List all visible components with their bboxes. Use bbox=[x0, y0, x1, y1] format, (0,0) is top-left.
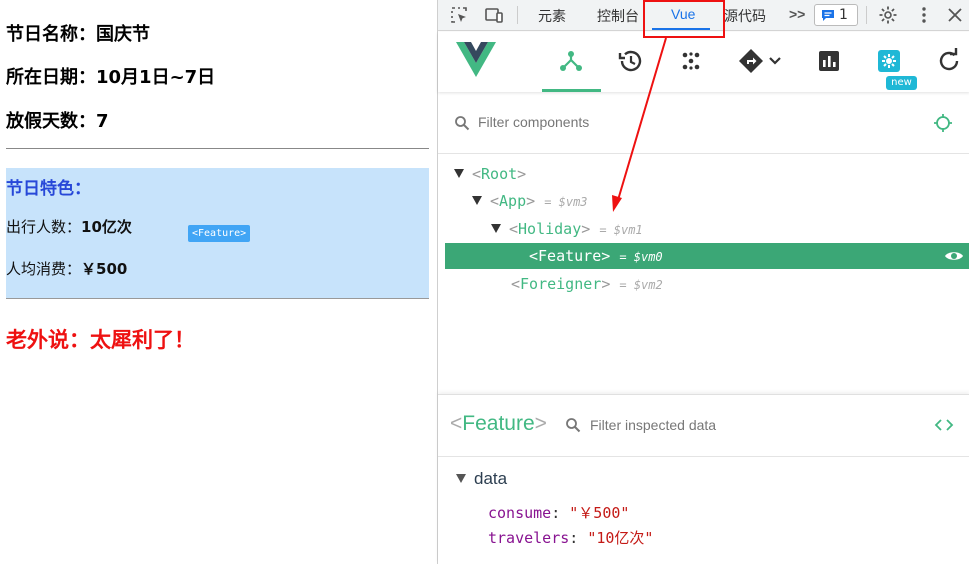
eye-icon[interactable] bbox=[944, 248, 964, 264]
devtools-panel: 元素 控制台 Vue 源代码 >> 1 new Filter component… bbox=[437, 0, 969, 564]
consume-value: ￥500 bbox=[81, 260, 128, 278]
settings-icon[interactable] bbox=[874, 46, 904, 76]
foreigner-saying: 老外说：太犀利了！ bbox=[6, 328, 195, 352]
close-devtools-icon[interactable] bbox=[945, 5, 965, 25]
vue-devtools-toolbar: new bbox=[438, 32, 969, 92]
festival-date-value: 10月1日~7日 bbox=[96, 67, 216, 88]
vue-logo-icon bbox=[456, 42, 496, 77]
routing-icon[interactable] bbox=[736, 46, 766, 76]
tree-node-feature-selected[interactable]: <Feature> = $vm0 bbox=[445, 243, 969, 269]
component-hover-tag: <Feature> bbox=[188, 225, 251, 242]
device-toolbar-icon[interactable] bbox=[484, 5, 504, 25]
search-icon bbox=[566, 418, 581, 433]
filter-components-input[interactable] bbox=[478, 114, 878, 130]
festival-date-line: 所在日期：10月1日~7日 bbox=[6, 63, 215, 89]
festival-name-label: 节日名称： bbox=[6, 24, 96, 45]
collapse-triangle-icon[interactable] bbox=[491, 224, 501, 233]
issues-count: 1 bbox=[839, 7, 848, 23]
select-component-target-icon[interactable] bbox=[933, 113, 953, 133]
tree-node-holiday[interactable]: <Holiday> = $vm1 bbox=[491, 216, 643, 242]
data-prop-consume[interactable]: consume: "￥500" bbox=[488, 502, 629, 523]
more-tabs-button[interactable]: >> bbox=[789, 6, 805, 22]
tab-console[interactable]: 控制台 bbox=[597, 6, 639, 26]
divider bbox=[6, 148, 429, 149]
filter-inspected-data-input[interactable] bbox=[590, 417, 910, 433]
tabbar-separator bbox=[517, 6, 518, 24]
data-section-label: data bbox=[474, 469, 508, 488]
inspector-header: <Feature> bbox=[438, 395, 969, 457]
rendered-page: 节日名称：国庆节 所在日期：10月1日~7日 放假天数：7 节日特色： 出行人数… bbox=[0, 0, 437, 564]
issues-badge[interactable]: 1 bbox=[814, 4, 858, 26]
tree-node-app[interactable]: <App> = $vm3 bbox=[472, 188, 588, 214]
consume-label: 人均消费： bbox=[6, 260, 82, 278]
settings-gear-icon[interactable] bbox=[878, 5, 898, 25]
component-filter-row bbox=[438, 92, 969, 154]
data-section-header[interactable]: data bbox=[456, 469, 507, 489]
travelers-label: 出行人数： bbox=[6, 218, 82, 236]
search-icon bbox=[455, 116, 470, 131]
tab-elements[interactable]: 元素 bbox=[538, 6, 566, 26]
data-prop-travelers[interactable]: travelers: "10亿次" bbox=[488, 527, 653, 548]
new-badge: new bbox=[886, 76, 917, 90]
travelers-value: 10亿次 bbox=[81, 218, 132, 236]
refresh-icon[interactable] bbox=[934, 46, 964, 76]
open-source-code-icon[interactable] bbox=[934, 417, 954, 433]
tab-sources[interactable]: 源代码 bbox=[724, 6, 766, 26]
holiday-days-line: 放假天数：7 bbox=[6, 107, 109, 133]
feature-component-highlight[interactable]: 节日特色： 出行人数：10亿次 <Feature> 人均消费：￥500 bbox=[6, 168, 429, 299]
tree-node-root[interactable]: <Root> bbox=[454, 161, 526, 187]
timeline-history-icon[interactable] bbox=[616, 46, 646, 76]
more-options-icon[interactable] bbox=[914, 5, 934, 25]
tabbar-separator bbox=[866, 6, 867, 24]
consume-line: 人均消费：￥500 bbox=[6, 258, 127, 279]
vue-tab-highlight-box bbox=[643, 0, 725, 38]
component-inspector: <Feature> data consume: "￥500" travelers… bbox=[438, 394, 969, 564]
chevron-down-icon[interactable] bbox=[768, 54, 782, 68]
holiday-days-value: 7 bbox=[96, 111, 109, 132]
tree-node-foreigner[interactable]: <Foreigner> = $vm2 bbox=[511, 271, 663, 297]
collapse-triangle-icon[interactable] bbox=[472, 196, 482, 205]
festival-name-value: 国庆节 bbox=[96, 24, 150, 45]
travelers-line: 出行人数：10亿次 bbox=[6, 216, 132, 237]
message-icon bbox=[822, 10, 834, 21]
holiday-days-label: 放假天数： bbox=[6, 111, 96, 132]
festival-name-line: 节日名称：国庆节 bbox=[6, 20, 150, 46]
performance-dots-icon[interactable] bbox=[676, 46, 706, 76]
collapse-triangle-icon[interactable] bbox=[454, 169, 464, 178]
inspected-component-name: <Feature> bbox=[450, 412, 547, 435]
collapse-triangle-icon[interactable] bbox=[456, 474, 466, 483]
inspect-element-icon[interactable] bbox=[449, 5, 469, 25]
chart-bars-icon[interactable] bbox=[814, 46, 844, 76]
festival-date-label: 所在日期： bbox=[6, 67, 96, 88]
feature-title: 节日特色： bbox=[6, 179, 91, 199]
components-tree-icon[interactable] bbox=[556, 46, 586, 76]
